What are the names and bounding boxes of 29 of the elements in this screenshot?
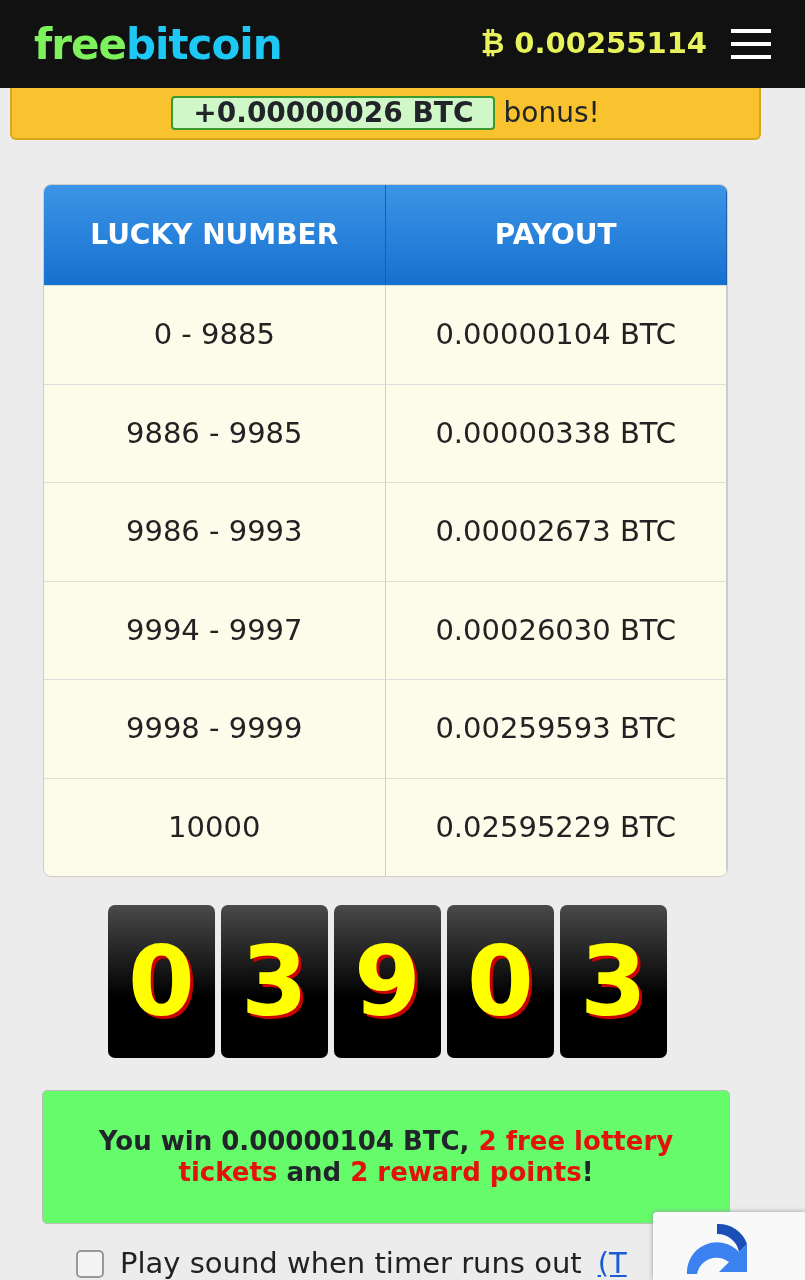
digit-tile: 9 xyxy=(334,905,441,1058)
help-link[interactable]: (T xyxy=(597,1242,627,1280)
checkbox-label: Play sound when timer runs out xyxy=(120,1245,582,1280)
table-cell: 0.00000338 BTC xyxy=(385,383,727,482)
table-cell: 9886 - 9985 xyxy=(44,383,386,482)
bonus-label: bonus! xyxy=(503,95,600,131)
table-cell: 10000 xyxy=(44,777,386,876)
balance-text: ₿ 0.00255114 xyxy=(480,25,707,63)
menu-icon[interactable] xyxy=(731,29,771,59)
digit-tile: 3 xyxy=(560,905,667,1058)
table-cell: 0.00259593 BTC xyxy=(385,679,727,778)
table-cell: 9986 - 9993 xyxy=(44,482,386,581)
digit-tile: 0 xyxy=(447,905,554,1058)
bonus-amount: +0.00000026 BTC xyxy=(171,95,496,131)
table-cell: 0.00026030 BTC xyxy=(385,580,727,679)
column-header: LUCKY NUMBER xyxy=(44,185,386,285)
result-message: You win 0.00000104 BTC, 2 free lottery tickets and 2 reward points! xyxy=(97,1125,675,1189)
table-cell: 0.00000104 BTC xyxy=(385,285,727,384)
digit-tile: 3 xyxy=(221,905,328,1058)
table-cell: 9998 - 9999 xyxy=(44,679,386,778)
captcha-badge[interactable] xyxy=(653,1212,805,1280)
digit-tile: 0 xyxy=(108,905,215,1058)
table-cell: 0.00002673 BTC xyxy=(385,482,727,581)
table-cell: 0.02595229 BTC xyxy=(385,777,727,876)
checkbox[interactable] xyxy=(76,1249,104,1278)
logo[interactable]: freebitcoin xyxy=(34,12,282,76)
column-header: PAYOUT xyxy=(385,185,727,285)
table-cell: 0 - 9885 xyxy=(44,285,386,384)
table-cell: 9994 - 9997 xyxy=(44,580,386,679)
